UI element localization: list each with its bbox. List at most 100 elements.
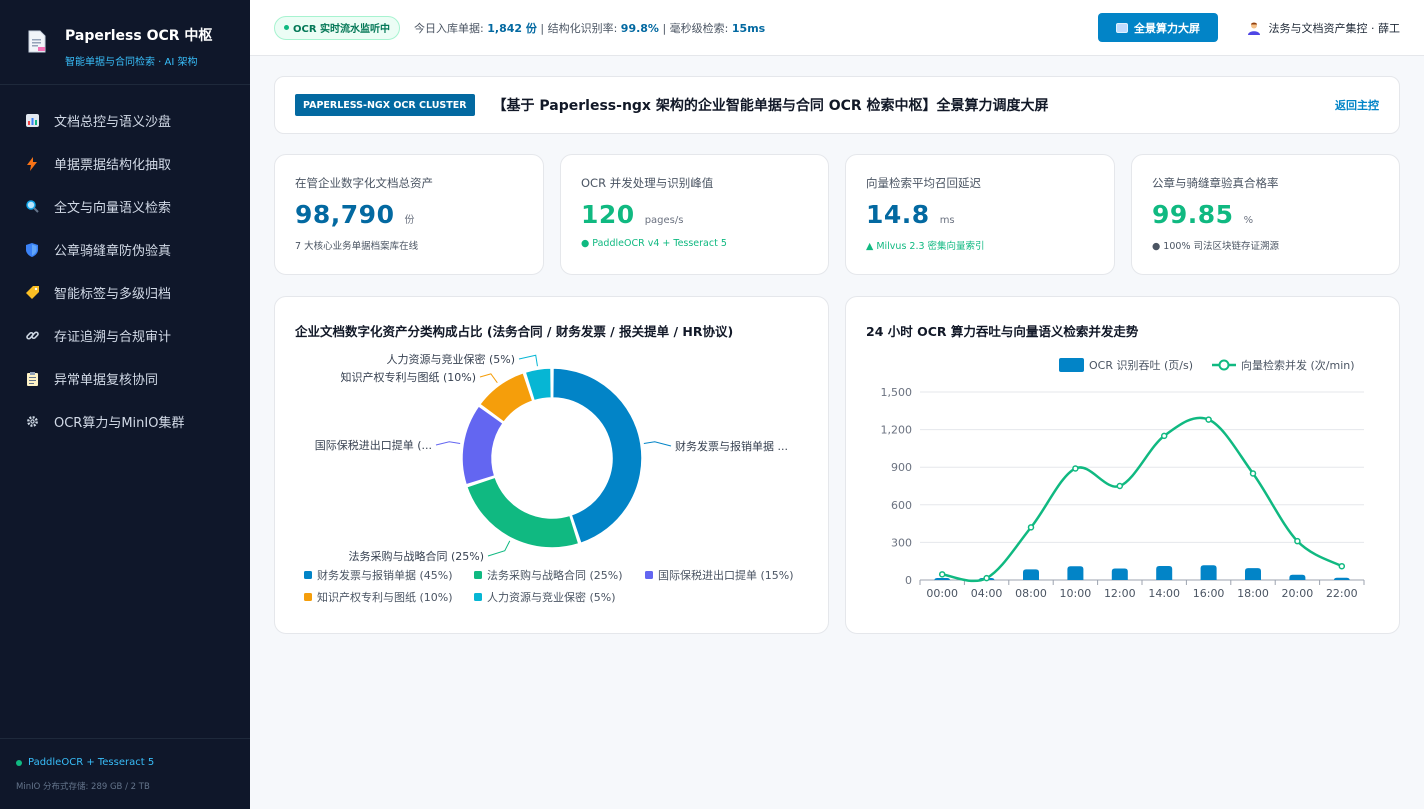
legend-label: 国际保税进出口提单 (15%)	[658, 568, 794, 582]
sidebar-item-label: 公章骑缝章防伪验真	[54, 244, 172, 259]
clipboard-icon	[25, 371, 39, 386]
y-tick-label: 600	[891, 499, 912, 512]
legend-swatch	[474, 593, 482, 601]
x-tick-label: 04:00	[971, 587, 1003, 600]
line-point	[1294, 537, 1301, 545]
monitor-icon	[1116, 22, 1128, 33]
line-point	[938, 571, 946, 578]
document-icon	[26, 30, 48, 54]
line-point	[1338, 562, 1346, 570]
app-subtitle: 智能单据与合同检索 · AI 架构	[65, 57, 198, 68]
line-point	[1072, 465, 1079, 472]
line-point	[1160, 432, 1168, 440]
top-bar: OCR 实时流水监听中 今日入库单据: 1,842 份 | 结构化识别率: 99…	[250, 0, 1424, 56]
bar	[1023, 569, 1039, 580]
legend-label: OCR 识别吞吐 (页/s)	[1089, 359, 1193, 372]
pie-leader-line	[487, 540, 511, 557]
bar	[1200, 565, 1217, 580]
sidebar-item-label: 存证追溯与合规审计	[54, 330, 172, 345]
sidebar: Paperless OCR 中枢 智能单据与合同检索 · AI 架构 文档总控与…	[0, 0, 250, 809]
sidebar-item-label: 单据票据结构化抽取	[54, 158, 172, 173]
legend-swatch	[474, 571, 482, 579]
line-point	[1205, 416, 1212, 423]
y-tick-label: 1,200	[881, 424, 913, 437]
x-tick-label: 12:00	[1104, 587, 1136, 600]
pie-leader-line	[643, 441, 672, 447]
kpi-note: 7 大核心业务单据档案库在线	[295, 241, 419, 252]
storage-usage: MinIO 分布式存储: 289 GB / 2 TB	[16, 782, 150, 792]
bar-chart-icon	[25, 114, 39, 128]
fullscreen-dashboard-label: 全景算力大屏	[1134, 21, 1200, 35]
asset-composition-panel: 企业文档数字化资产分类构成占比 (法务合同 / 财务发票 / 报关提单 / HR…	[274, 296, 829, 634]
kpi-unit: ms	[939, 215, 955, 226]
line-point	[1116, 482, 1124, 490]
live-dot-icon	[284, 25, 289, 30]
pie-leader-line	[518, 354, 538, 367]
bar	[1067, 566, 1084, 580]
today-stats: 今日入库单据: 1,842 份 | 结构化识别率: 99.8% | 毫秒级检索:…	[414, 20, 765, 36]
sidebar-item-search[interactable]: 全文与向量语义检索	[0, 185, 250, 228]
x-tick-label: 18:00	[1237, 587, 1269, 600]
y-tick-label: 900	[891, 461, 912, 474]
bar	[1289, 574, 1306, 580]
asset-donut-chart: 财务发票与报销单据 ... 法务采购与战略合同 (25%) 国际保税进出口提单 (.…	[304, 352, 794, 604]
y-tick-label: 1,500	[881, 386, 913, 399]
tag-icon	[25, 286, 39, 300]
x-tick-label: 10:00	[1060, 587, 1092, 600]
sidebar-item-audit[interactable]: 存证追溯与合规审计	[0, 314, 250, 357]
user-profile[interactable]: 法务与文档资产集控 · 薛工	[1247, 20, 1400, 36]
x-tick-label: 22:00	[1326, 587, 1358, 600]
sidebar-item-review[interactable]: 异常单据复核协同	[0, 357, 250, 400]
throughput-trend-chart: 0 300 600 900 1,200 1,500 00:00 04:00 08:00 10:00…	[881, 358, 1365, 600]
pie-slice-label: 财务发票与报销单据 ...	[675, 439, 788, 453]
legend-swatch	[645, 571, 653, 579]
lightning-icon	[25, 156, 39, 171]
sidebar-item-extraction[interactable]: 单据票据结构化抽取	[0, 142, 250, 185]
line-point	[983, 574, 990, 582]
legend-label: 知识产权专利与图纸 (10%)	[317, 590, 453, 604]
pie-slice	[465, 476, 580, 549]
brand: Paperless OCR 中枢 智能单据与合同检索 · AI 架构	[0, 0, 250, 85]
stat-label: 今日入库单据:	[414, 21, 484, 35]
legend-label: 法务采购与战略合同 (25%)	[487, 568, 623, 582]
y-tick-label: 0	[905, 574, 912, 587]
pie-slice-label: 国际保税进出口提单 (...	[315, 438, 432, 452]
kpi-value: 14.8	[866, 200, 930, 229]
stat-value: 1,842 份	[487, 21, 537, 35]
kpi-unit: pages/s	[644, 215, 684, 226]
live-status-label: OCR 实时流水监听中	[293, 24, 391, 35]
kpi-card-total-assets: 在管企业数字化文档总资产 98,790 份 7 大核心业务单据档案库在线	[274, 154, 544, 275]
link-icon	[25, 329, 39, 343]
sidebar-item-label: 全文与向量语义检索	[54, 201, 172, 216]
kpi-value: 99.85	[1152, 200, 1234, 229]
kpi-unit: 份	[404, 215, 415, 226]
sidebar-item-dashboard[interactable]: 文档总控与语义沙盘	[0, 99, 250, 142]
app-title: Paperless OCR 中枢	[65, 28, 213, 44]
page-banner: PAPERLESS-NGX OCR CLUSTER 【基于 Paperless-…	[274, 76, 1400, 134]
kpi-value: 98,790	[295, 200, 395, 229]
pie-leader-line	[479, 373, 498, 384]
sidebar-item-label: 文档总控与语义沙盘	[54, 115, 172, 130]
fullscreen-dashboard-button[interactable]: 全景算力大屏	[1098, 13, 1218, 42]
pie-slice-label: 知识产权专利与图纸 (10%)	[340, 370, 476, 384]
sidebar-item-cluster[interactable]: OCR算力与MinIO集群	[0, 400, 250, 443]
kpi-value: 120	[581, 200, 635, 229]
kpi-unit: %	[1243, 215, 1254, 226]
user-avatar-icon	[1247, 22, 1260, 35]
x-tick-label: 20:00	[1282, 587, 1314, 600]
sidebar-item-seal[interactable]: 公章骑缝章防伪验真	[0, 228, 250, 271]
kpi-card-seal-pass-rate: 公章与骑缝章验真合格率 99.85 % ● 100% 司法区块链存证溯源	[1131, 154, 1400, 275]
kpi-note: ● 100% 司法区块链存证溯源	[1152, 241, 1279, 252]
live-status-badge: OCR 实时流水监听中	[274, 15, 401, 40]
kpi-label: 向量检索平均召回延迟	[866, 176, 981, 190]
sidebar-item-label: OCR算力与MinIO集群	[54, 416, 185, 431]
back-to-console-link[interactable]: 返回主控	[1335, 97, 1379, 113]
x-tick-label: 14:00	[1148, 587, 1180, 600]
engine-status: PaddleOCR + Tesseract 5	[16, 757, 250, 768]
sidebar-item-label: 智能标签与多级归档	[54, 287, 172, 302]
sidebar-item-label: 异常单据复核协同	[54, 373, 159, 388]
cluster-tag: PAPERLESS-NGX OCR CLUSTER	[295, 94, 475, 116]
stat-value: 15ms	[731, 21, 766, 35]
kpi-label: 公章与骑缝章验真合格率	[1152, 176, 1279, 190]
sidebar-item-tags[interactable]: 智能标签与多级归档	[0, 271, 250, 314]
